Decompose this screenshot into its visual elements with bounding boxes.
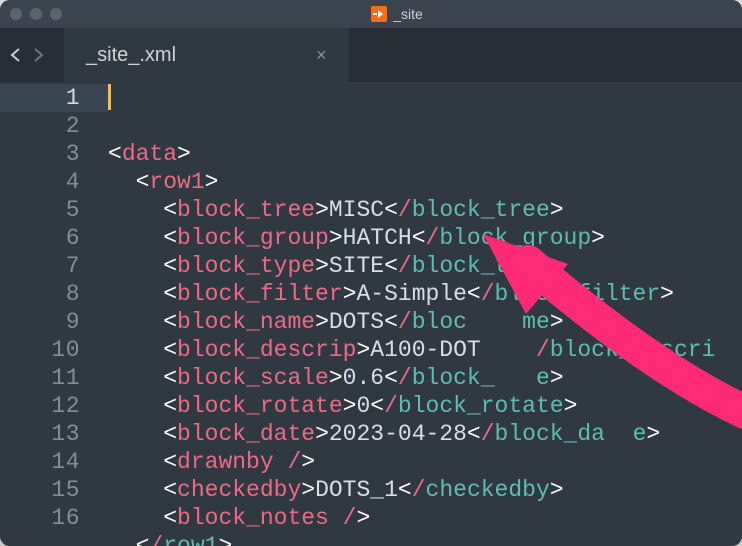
traffic-lights bbox=[10, 8, 62, 20]
line-number[interactable]: 12 bbox=[0, 392, 108, 420]
titlebar: _site bbox=[0, 0, 742, 28]
tab-close-icon[interactable]: × bbox=[316, 45, 327, 66]
line-gutter: 1 2 3 4 5 6 7 8 9 10 11 12 13 14 15 16 bbox=[0, 82, 108, 546]
code-line: <checkedby>DOTS_1</checkedby> bbox=[108, 477, 564, 503]
code-line: <block_descrip>A100-DOT /block_descri bbox=[108, 337, 715, 363]
line-number[interactable]: 13 bbox=[0, 420, 108, 448]
nav-fwd-icon[interactable] bbox=[28, 44, 48, 66]
line-number[interactable]: 9 bbox=[0, 308, 108, 336]
code-line: <block_notes /> bbox=[108, 505, 370, 531]
code-text-area[interactable]: <data> <row1> <block_tree>MISC</block_tr… bbox=[108, 82, 742, 546]
tab-history-nav bbox=[0, 44, 54, 66]
file-tab[interactable]: _site_.xml × bbox=[64, 28, 349, 82]
line-number[interactable]: 14 bbox=[0, 448, 108, 476]
code-line: <block_date>2023-04-28</block_da e> bbox=[108, 421, 660, 447]
nav-back-icon[interactable] bbox=[6, 44, 26, 66]
code-line: <block_filter>A-Simple</block_filter> bbox=[108, 281, 674, 307]
code-line: <block_group>HATCH</block_group> bbox=[108, 225, 605, 251]
text-caret bbox=[108, 84, 111, 110]
code-line: <data> bbox=[108, 141, 191, 167]
line-number[interactable]: 2 bbox=[0, 112, 108, 140]
sublime-icon bbox=[371, 6, 387, 22]
line-number[interactable]: 4 bbox=[0, 168, 108, 196]
window-title: _site bbox=[62, 6, 732, 22]
code-line: <row1> bbox=[108, 169, 218, 195]
line-number[interactable]: 11 bbox=[0, 364, 108, 392]
line-number[interactable]: 3 bbox=[0, 140, 108, 168]
code-line: <block_type>SITE</block_type> bbox=[108, 253, 564, 279]
line-number[interactable]: 15 bbox=[0, 476, 108, 504]
line-number[interactable]: 1 bbox=[0, 84, 108, 112]
max-dot[interactable] bbox=[50, 8, 62, 20]
editor-area: 1 2 3 4 5 6 7 8 9 10 11 12 13 14 15 16 <… bbox=[0, 82, 742, 546]
line-number[interactable]: 5 bbox=[0, 196, 108, 224]
code-line: <block_rotate>0</block_rotate> bbox=[108, 393, 577, 419]
tab-bar: _site_.xml × bbox=[0, 28, 742, 82]
window-title-text: _site bbox=[393, 6, 423, 22]
editor-window: _site _site_.xml × 1 2 3 4 5 6 7 8 9 10 … bbox=[0, 0, 742, 546]
code-line: </row1> bbox=[108, 533, 232, 546]
code-line: <block_tree>MISC</block_tree> bbox=[108, 197, 564, 223]
code-line: <block_scale>0.6</block_ e> bbox=[108, 365, 564, 391]
close-dot[interactable] bbox=[10, 8, 22, 20]
line-number[interactable]: 16 bbox=[0, 504, 108, 532]
tab-filename: _site_.xml bbox=[86, 44, 176, 67]
code-line: <block_name>DOTS</bloc me> bbox=[108, 309, 564, 335]
line-number[interactable]: 6 bbox=[0, 224, 108, 252]
min-dot[interactable] bbox=[30, 8, 42, 20]
line-number[interactable]: 7 bbox=[0, 252, 108, 280]
line-number[interactable]: 8 bbox=[0, 280, 108, 308]
line-number[interactable]: 10 bbox=[0, 336, 108, 364]
code-line: <drawnby /> bbox=[108, 449, 315, 475]
